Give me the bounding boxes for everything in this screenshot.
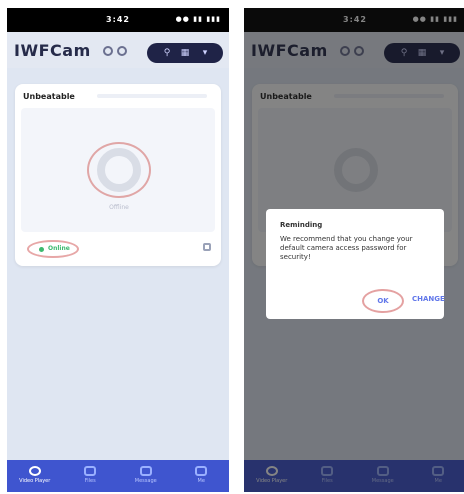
device-settings-icon[interactable] — [203, 243, 211, 251]
phone-screen-dialog: 3:42 ●● ▮▮ ▮▮▮ IWFCam ⚲ ▦ ▾ Unbeatable V… — [244, 8, 464, 492]
device-card[interactable]: Unbeatable Offline Online — [15, 84, 221, 266]
tab-me[interactable]: Me — [174, 460, 230, 492]
scan-icon[interactable] — [103, 46, 113, 56]
tab-label: Me — [197, 478, 205, 484]
preview-caption: Offline — [109, 204, 129, 211]
tab-label: Files — [84, 478, 96, 484]
camera-preview[interactable]: Offline — [21, 108, 215, 232]
device-subtitle-placeholder — [97, 94, 207, 98]
ok-button[interactable]: OK — [362, 289, 404, 313]
message-icon — [139, 466, 152, 476]
status-icons: ●● ▮▮ ▮▮▮ — [175, 15, 221, 23]
phone-screen-home: 3:42 ●● ▮▮ ▮▮▮ IWFCam ⚲ ▦ ▾ Unbeatable O… — [7, 8, 229, 492]
camera-icon — [28, 466, 41, 476]
tab-label: Message — [134, 478, 157, 484]
ok-button-label: OK — [377, 297, 389, 305]
password-reminder-dialog: Reminding We recommend that you change y… — [266, 209, 445, 319]
folder-icon — [84, 466, 97, 476]
person-icon — [195, 466, 208, 476]
online-dot-icon — [39, 247, 44, 252]
header-actions: ⚲ ▦ ▾ — [147, 43, 223, 63]
online-status-label: Online — [48, 245, 70, 252]
device-card-footer: Online — [15, 234, 221, 266]
dialog-message: We recommend that you change your defaul… — [280, 235, 413, 261]
bottom-tab-bar: Video Player Files Message Me — [7, 460, 229, 492]
dialog-title: Reminding — [280, 221, 323, 229]
status-bar: 3:42 ●● ▮▮ ▮▮▮ — [7, 8, 229, 32]
share-icon[interactable] — [117, 46, 127, 56]
tab-message[interactable]: Message — [118, 460, 174, 492]
online-status-button[interactable]: Online — [27, 240, 79, 258]
search-icon[interactable]: ⚲ — [161, 47, 173, 59]
grid-icon[interactable]: ▦ — [179, 47, 191, 59]
tab-video-player[interactable]: Video Player — [7, 460, 63, 492]
add-icon[interactable]: ▾ — [199, 47, 211, 59]
tab-label: Video Player — [19, 478, 51, 484]
loading-ring-icon — [97, 148, 141, 192]
app-header: IWFCam ⚲ ▦ ▾ — [7, 32, 229, 68]
device-name: Unbeatable — [23, 92, 75, 101]
tab-files[interactable]: Files — [63, 460, 119, 492]
app-title: IWFCam — [14, 41, 91, 60]
change-button[interactable]: CHANGE — [412, 295, 445, 303]
